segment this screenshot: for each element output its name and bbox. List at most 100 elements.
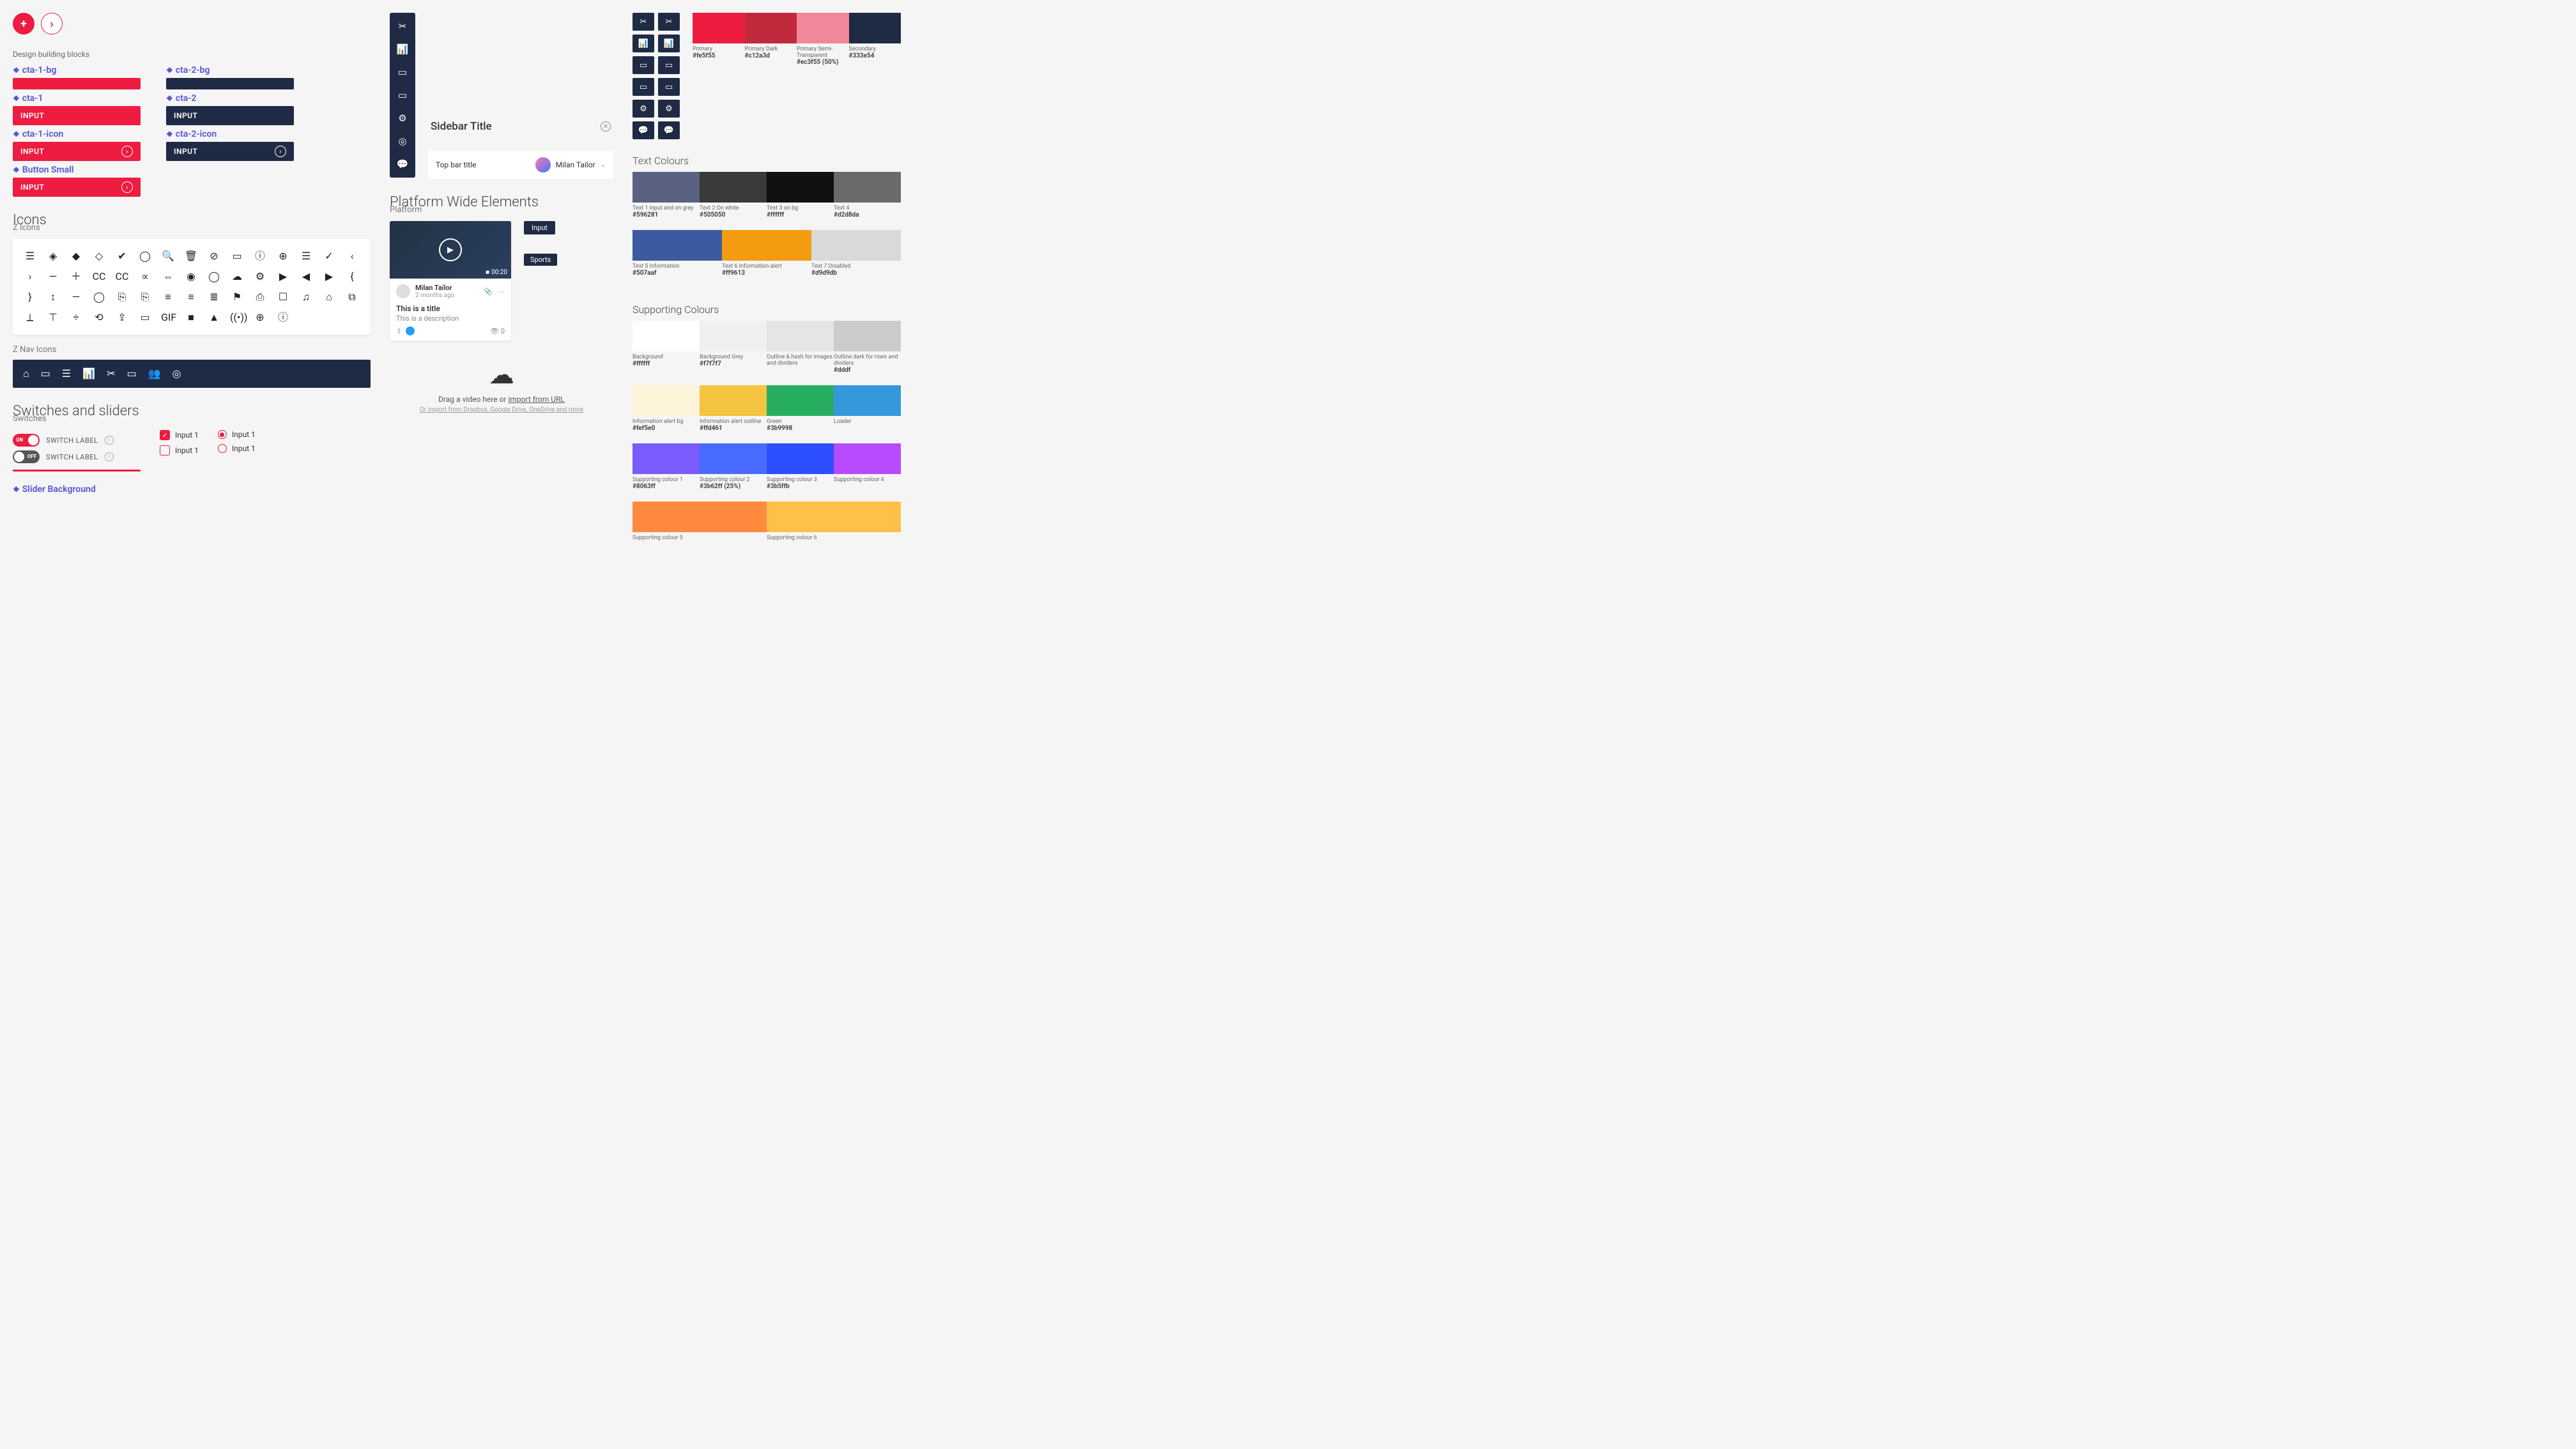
- nav-icon[interactable]: 📊: [82, 367, 95, 380]
- mini-nav-icon[interactable]: ⚙: [632, 100, 654, 118]
- like-icon[interactable]: [406, 326, 415, 335]
- nav-icon[interactable]: ◎: [172, 367, 181, 380]
- mini-nav-icon[interactable]: ▭: [658, 78, 680, 96]
- duration-text: 00:20: [491, 269, 507, 276]
- mini-nav-icon[interactable]: 💬: [632, 121, 654, 139]
- colour-swatch: [632, 230, 722, 261]
- vnav-icon[interactable]: ▭: [398, 66, 407, 78]
- cta-2-icon-button[interactable]: INPUT›: [166, 142, 294, 161]
- nav-icon[interactable]: ▭: [126, 367, 136, 380]
- switch-on[interactable]: ON: [13, 434, 40, 447]
- nav-icon[interactable]: ✂: [107, 367, 115, 380]
- import-url-link[interactable]: import from URL: [508, 395, 564, 404]
- mini-nav-icon[interactable]: 💬: [658, 121, 680, 139]
- mini-nav-icon[interactable]: ▭: [658, 56, 680, 74]
- glyph-icon: ◯: [207, 270, 221, 284]
- glyph-icon: ⇪: [115, 310, 129, 325]
- input-chip[interactable]: Input: [524, 221, 555, 234]
- swatch-hex: #ffffff: [767, 211, 834, 218]
- switch-off[interactable]: OFF: [13, 450, 40, 463]
- swatch-name: Text 1 input and on grey: [632, 205, 694, 211]
- mini-nav-icon[interactable]: ✂: [658, 13, 680, 31]
- mini-nav-icon[interactable]: ⚙: [658, 100, 680, 118]
- play-icon[interactable]: ▶: [439, 238, 462, 261]
- button-small-label: Button Small: [13, 165, 141, 175]
- colour-swatch: [693, 13, 745, 43]
- upload-text: Drag a video here or import from URL: [396, 395, 607, 404]
- button-small[interactable]: INPUT›: [13, 178, 141, 197]
- info-icon[interactable]: i: [105, 436, 114, 445]
- vnav-icon[interactable]: ⚙: [398, 112, 406, 124]
- checkbox-unchecked[interactable]: [160, 445, 170, 456]
- cta-2-text: INPUT: [174, 111, 197, 120]
- close-icon[interactable]: ✕: [601, 121, 611, 132]
- swatch-name: Supporting colour 4: [834, 477, 884, 483]
- upload-sources-link[interactable]: Dropbox, Google Drive, OneDrive and more: [463, 406, 583, 413]
- swatch-hex: #3b9998: [767, 425, 834, 432]
- tag-chip[interactable]: Sports: [524, 254, 557, 266]
- nav-icon[interactable]: ☰: [62, 367, 71, 380]
- cta-1-button[interactable]: INPUT: [13, 106, 141, 125]
- upload-text-a: Drag a video here or: [438, 395, 508, 404]
- chevron-down-icon: ⌄: [601, 162, 606, 169]
- checkbox-checked[interactable]: ✓: [160, 430, 170, 440]
- glyph-icon: ◯: [138, 249, 152, 263]
- eye-icon: 👁: [490, 327, 499, 335]
- vnav-icon[interactable]: ✂: [399, 20, 407, 32]
- swatch-hex: #d2d8da: [834, 211, 901, 218]
- slider-track[interactable]: [13, 470, 141, 471]
- glyph-icon: ▭: [230, 249, 244, 263]
- vnav-icon[interactable]: ◎: [398, 135, 406, 147]
- cta-2-icon-label: cta-2-icon: [166, 129, 294, 139]
- nav-icon[interactable]: ▭: [41, 367, 50, 380]
- more-icon[interactable]: ⋯: [498, 288, 505, 296]
- swatch-hex: #507aaf: [632, 270, 722, 277]
- icon-grid: ☰◈◆◇✔◯🔍🗑⊘▭ⓘ⊕☰✓‹›—＋CCCC∝⇔◉◯☁⚙▶◀▶{}↕—◯⎘⎘≡≡…: [23, 249, 360, 325]
- glyph-icon: ⊕: [253, 310, 267, 325]
- vnav-icon[interactable]: 💬: [397, 158, 409, 170]
- swatch-hex: #fef5e0: [632, 425, 700, 432]
- cta-2-button[interactable]: INPUT: [166, 106, 294, 125]
- share-icon[interactable]: ⇪: [396, 327, 402, 335]
- view-count: 0: [501, 327, 505, 335]
- colour-swatch: [849, 13, 901, 43]
- glyph-icon: CC: [92, 270, 106, 284]
- swatch-hex: #ffd461: [700, 425, 767, 432]
- radio-checked[interactable]: [218, 430, 227, 439]
- mini-nav-icon[interactable]: ▭: [632, 78, 654, 96]
- glyph-icon: ⊤: [46, 310, 60, 325]
- nav-icon[interactable]: ⌂: [23, 367, 29, 380]
- swatch-name: Primary Dark: [745, 46, 778, 52]
- cta-1-icon-button[interactable]: INPUT›: [13, 142, 141, 161]
- glyph-icon: ÷: [69, 310, 83, 325]
- video-thumb: ▶ ■ 00:20: [390, 221, 511, 279]
- video-card[interactable]: ▶ ■ 00:20 Milan Tailor 2 months ago 📎: [390, 221, 511, 341]
- add-button[interactable]: +: [13, 13, 34, 34]
- next-button[interactable]: ›: [41, 13, 63, 34]
- swatch-hex: #505050: [700, 211, 767, 218]
- attach-icon[interactable]: 📎: [484, 288, 493, 296]
- swatch-hex: #8063ff: [632, 483, 700, 490]
- glyph-icon: ☁: [230, 270, 244, 284]
- mini-nav-icon[interactable]: 📊: [658, 34, 680, 52]
- glyph-icon: —: [69, 290, 83, 304]
- vnav-icon[interactable]: 📊: [397, 43, 409, 55]
- user-dropdown[interactable]: Milan Tailor ⌄: [535, 157, 606, 172]
- vnav-icon[interactable]: ▭: [398, 89, 407, 101]
- mini-nav-icon[interactable]: 📊: [632, 34, 654, 52]
- swatch-hex: #f7f7f7: [700, 360, 767, 367]
- glyph-icon: ▭: [138, 310, 152, 325]
- swatch-name: Supporting colour 3: [767, 477, 817, 483]
- swatch-name: Supporting colour 6: [767, 535, 817, 541]
- glyph-icon: ◇: [92, 249, 106, 263]
- cta-1-text: INPUT: [20, 111, 44, 120]
- glyph-icon: ≣: [207, 290, 221, 304]
- swatch-name: Text 4: [834, 205, 849, 211]
- colour-swatch: [834, 443, 901, 474]
- mini-nav-icon[interactable]: ▭: [632, 56, 654, 74]
- nav-icon[interactable]: 👥: [148, 367, 161, 380]
- info-icon[interactable]: i: [105, 452, 114, 461]
- radio-unchecked[interactable]: [218, 444, 227, 453]
- swatch-name: Information alert bg: [632, 418, 683, 425]
- mini-nav-icon[interactable]: ✂: [632, 13, 654, 31]
